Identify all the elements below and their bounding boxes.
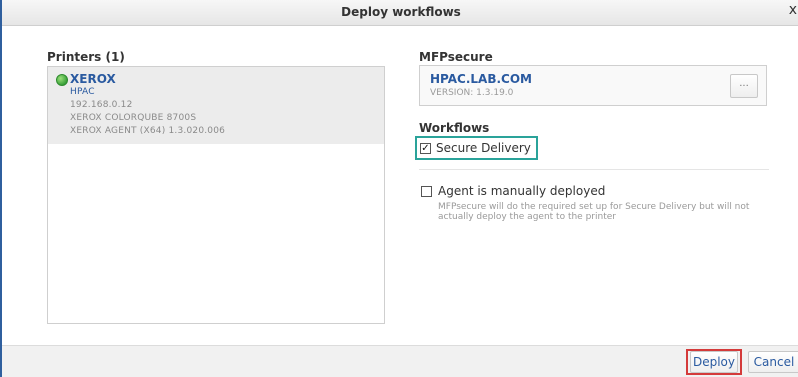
dialog-footer xyxy=(2,345,798,377)
printer-ip: 192.168.0.12 xyxy=(70,100,133,110)
printer-name: XEROX xyxy=(70,72,116,86)
agent-manual-checkbox[interactable] xyxy=(421,186,432,197)
agent-manual-hint-line1: MFPsecure will do the required set up fo… xyxy=(438,202,750,212)
mfpsecure-heading: MFPsecure xyxy=(419,50,493,64)
workflows-heading: Workflows xyxy=(419,121,490,135)
deploy-workflows-dialog: Deploy workflows x Printers (1) XEROX HP… xyxy=(0,0,798,377)
more-options-button[interactable]: ... xyxy=(730,74,758,98)
printers-heading: Printers (1) xyxy=(47,50,125,64)
printer-list: XEROX HPAC 192.168.0.12 XEROX COLORQUBE … xyxy=(47,66,385,324)
deploy-button[interactable]: Deploy xyxy=(690,351,738,373)
cancel-button[interactable]: Cancel xyxy=(748,351,798,373)
secure-delivery-label: Secure Delivery xyxy=(436,141,531,155)
close-icon[interactable]: x xyxy=(789,2,797,18)
dialog-titlebar: Deploy workflows x xyxy=(2,0,798,26)
mfpsecure-host: HPAC.LAB.COM xyxy=(430,72,532,86)
mfpsecure-server-box: HPAC.LAB.COM VERSION: 1.3.19.0 ... xyxy=(419,65,767,106)
section-divider xyxy=(419,169,769,170)
agent-manual-hint-line2: actually deploy the agent to the printer xyxy=(438,212,616,222)
printer-location: HPAC xyxy=(70,87,95,97)
deploy-highlight: Deploy xyxy=(686,349,742,375)
mfpsecure-version: VERSION: 1.3.19.0 xyxy=(430,88,514,98)
printer-agent: XEROX AGENT (X64) 1.3.020.006 xyxy=(70,126,226,136)
secure-delivery-highlight: ✓ Secure Delivery xyxy=(415,136,538,160)
dialog-title: Deploy workflows xyxy=(341,5,461,19)
secure-delivery-checkbox[interactable]: ✓ xyxy=(420,143,431,154)
printer-model: XEROX COLORQUBE 8700S xyxy=(70,113,197,123)
printer-status-icon xyxy=(56,74,68,86)
printer-row[interactable]: XEROX HPAC 192.168.0.12 XEROX COLORQUBE … xyxy=(48,67,384,144)
agent-manual-label: Agent is manually deployed xyxy=(438,184,606,198)
